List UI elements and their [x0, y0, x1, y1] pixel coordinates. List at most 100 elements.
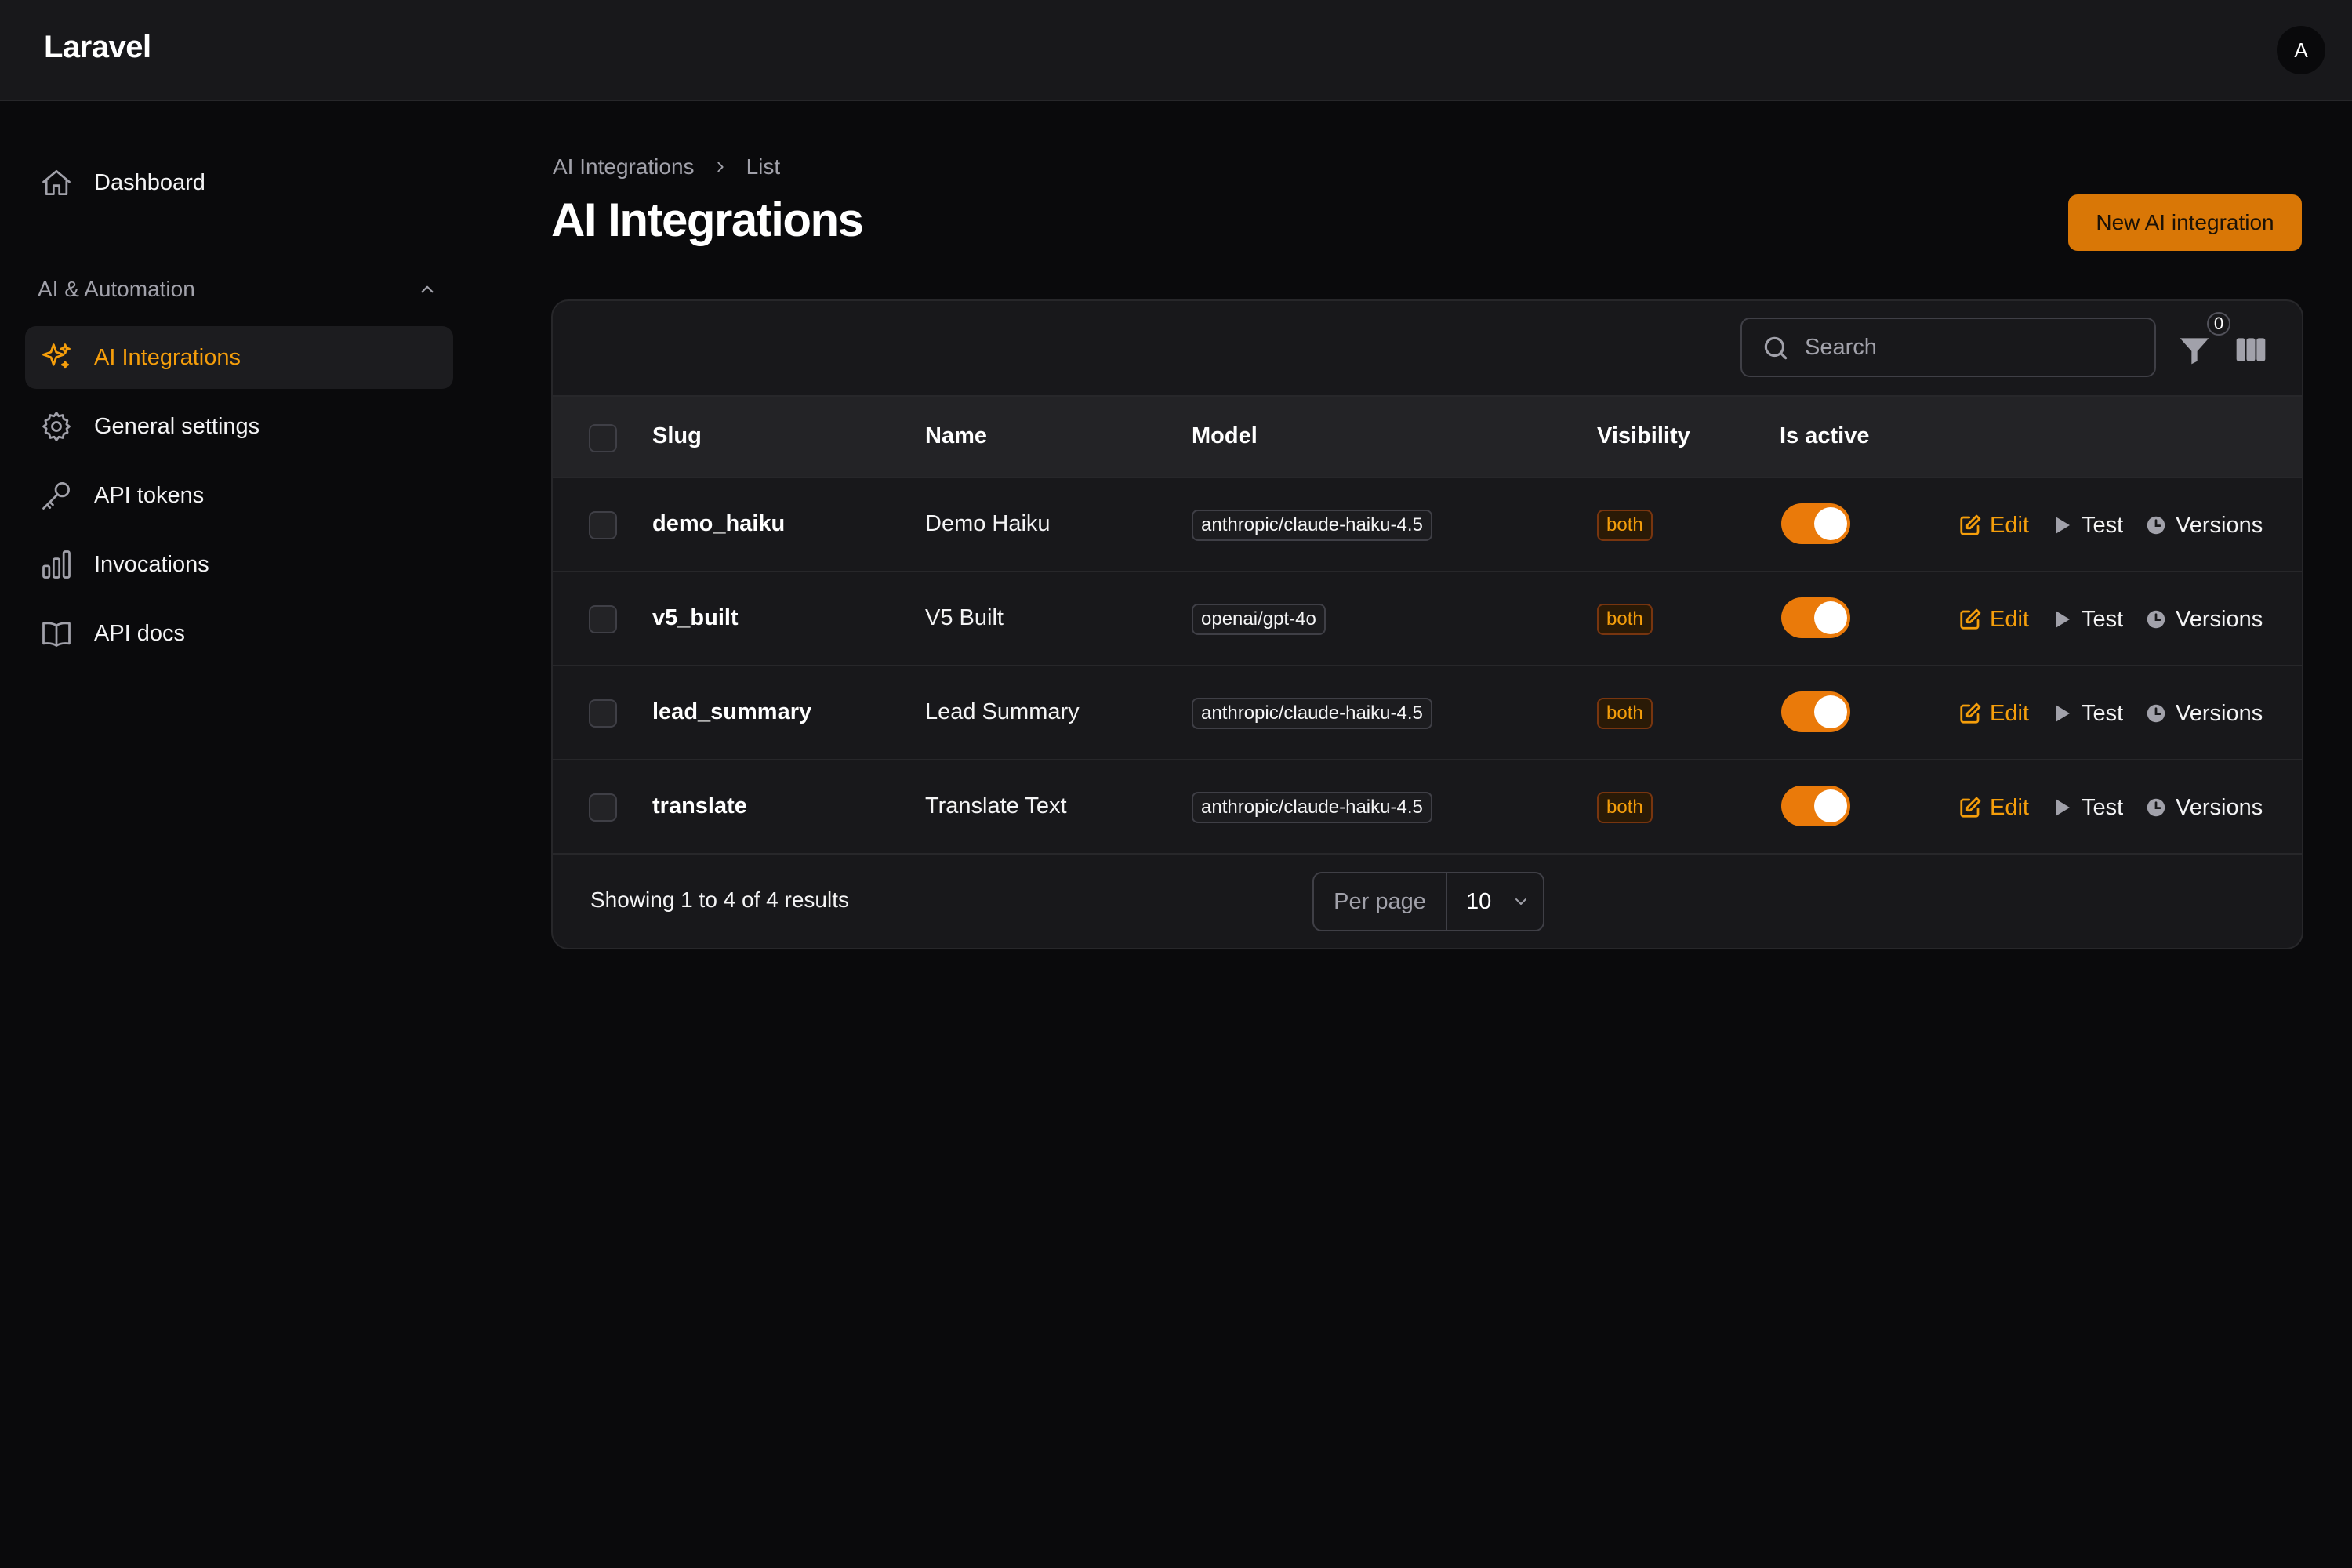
sidebar-item-label: Dashboard — [94, 169, 205, 195]
model-badge: openai/gpt-4o — [1192, 604, 1326, 635]
edit-button[interactable]: Edit — [1958, 510, 2029, 541]
sidebar-item-ai-integrations[interactable]: AI Integrations — [25, 326, 453, 389]
model-badge: anthropic/claude-haiku-4.5 — [1192, 792, 1432, 823]
visibility-badge: both — [1597, 698, 1653, 729]
versions-label: Versions — [2176, 512, 2263, 538]
table-header: Slug Name Model Visibility Is active — [553, 395, 2302, 478]
table-row: translate Translate Text anthropic/claud… — [553, 760, 2302, 855]
clock-icon — [2147, 610, 2165, 629]
sidebar-item-api-docs[interactable]: API docs — [25, 602, 453, 665]
edit-button[interactable]: Edit — [1958, 698, 2029, 729]
edit-button[interactable]: Edit — [1958, 792, 2029, 823]
test-button[interactable]: Test — [2050, 604, 2123, 635]
toggle-knob — [1814, 507, 1847, 540]
filter-count-badge: 0 — [2207, 312, 2230, 336]
brand-logo[interactable]: Laravel — [44, 30, 151, 65]
search-icon — [1764, 336, 1788, 360]
model-badge: anthropic/claude-haiku-4.5 — [1192, 510, 1432, 541]
visibility-badge: both — [1597, 792, 1653, 823]
table-row: v5_built V5 Built openai/gpt-4o both Edi… — [553, 572, 2302, 666]
row-name: V5 Built — [925, 605, 1004, 630]
page-title: AI Integrations — [551, 194, 864, 246]
table-row: demo_haiku Demo Haiku anthropic/claude-h… — [553, 478, 2302, 572]
is-active-toggle[interactable] — [1781, 786, 1850, 826]
row-name: Lead Summary — [925, 699, 1080, 724]
versions-button[interactable]: Versions — [2144, 604, 2263, 635]
test-button[interactable]: Test — [2050, 698, 2123, 729]
row-checkbox[interactable] — [589, 699, 617, 728]
user-avatar[interactable]: A — [2277, 26, 2325, 74]
edit-button[interactable]: Edit — [1958, 604, 2029, 635]
integrations-table: 0 Slug Name Model Visibility Is active d… — [551, 299, 2303, 949]
new-ai-integration-button[interactable]: New AI integration — [2068, 194, 2302, 251]
play-icon — [2056, 517, 2070, 534]
key-icon — [42, 482, 70, 510]
per-page-label: Per page — [1314, 873, 1447, 930]
test-label: Test — [2082, 794, 2124, 820]
filter-icon[interactable] — [2177, 332, 2212, 367]
toggle-knob — [1814, 695, 1847, 728]
row-name: Demo Haiku — [925, 511, 1051, 536]
sidebar-item-invocations[interactable]: Invocations — [25, 533, 453, 596]
sidebar-group-ai-automation[interactable]: AI & Automation — [38, 274, 437, 305]
sidebar-item-label: Invocations — [94, 551, 209, 577]
top-bar: Laravel A — [0, 0, 2352, 101]
breadcrumb-root[interactable]: AI Integrations — [553, 154, 695, 180]
sidebar-item-label: API docs — [94, 620, 186, 646]
play-icon — [2056, 799, 2070, 816]
row-checkbox[interactable] — [589, 793, 617, 822]
edit-label: Edit — [1990, 606, 2029, 632]
test-label: Test — [2082, 606, 2124, 632]
sidebar: Dashboard AI & Automation AI Integration… — [0, 103, 470, 1568]
test-label: Test — [2082, 512, 2124, 538]
test-button[interactable]: Test — [2050, 510, 2123, 541]
edit-icon — [1960, 514, 1981, 535]
column-header-is-active[interactable]: Is active — [1780, 423, 1869, 449]
chevron-up-icon — [421, 285, 434, 293]
bar-chart-icon — [42, 550, 71, 579]
model-badge: anthropic/claude-haiku-4.5 — [1192, 698, 1432, 729]
is-active-toggle[interactable] — [1781, 691, 1850, 732]
versions-label: Versions — [2176, 700, 2263, 726]
sidebar-item-label: General settings — [94, 413, 260, 439]
per-page-select[interactable]: 10 — [1447, 873, 1543, 930]
table-toolbar: 0 — [553, 301, 2302, 395]
columns-icon[interactable] — [2234, 332, 2268, 367]
versions-button[interactable]: Versions — [2144, 792, 2263, 823]
sparkles-icon — [42, 343, 71, 369]
column-header-name[interactable]: Name — [925, 423, 987, 449]
chevron-right-icon — [717, 162, 724, 172]
home-icon — [42, 169, 71, 196]
is-active-toggle[interactable] — [1781, 597, 1850, 638]
clock-icon — [2147, 798, 2165, 817]
row-checkbox[interactable] — [589, 511, 617, 539]
results-summary: Showing 1 to 4 of 4 results — [590, 887, 849, 912]
select-all-checkbox[interactable] — [589, 424, 617, 452]
sidebar-item-dashboard[interactable]: Dashboard — [25, 151, 453, 214]
search-box — [1740, 318, 2156, 377]
column-header-model[interactable]: Model — [1192, 423, 1258, 449]
row-slug: v5_built — [652, 605, 739, 630]
visibility-badge: both — [1597, 510, 1653, 541]
edit-icon — [1960, 797, 1981, 818]
versions-label: Versions — [2176, 606, 2263, 632]
edit-label: Edit — [1990, 512, 2029, 538]
sidebar-group-label: AI & Automation — [38, 277, 195, 301]
versions-button[interactable]: Versions — [2144, 510, 2263, 541]
is-active-toggle[interactable] — [1781, 503, 1850, 544]
sidebar-item-api-tokens[interactable]: API tokens — [25, 464, 453, 527]
clock-icon — [2147, 704, 2165, 723]
versions-button[interactable]: Versions — [2144, 698, 2263, 729]
search-input[interactable] — [1805, 319, 2142, 376]
play-icon — [2056, 611, 2070, 628]
sidebar-item-general-settings[interactable]: General settings — [25, 395, 453, 458]
column-header-slug[interactable]: Slug — [652, 423, 702, 449]
play-icon — [2056, 705, 2070, 722]
test-button[interactable]: Test — [2050, 792, 2123, 823]
row-checkbox[interactable] — [589, 605, 617, 633]
edit-icon — [1960, 608, 1981, 630]
chevron-down-icon — [1515, 898, 1527, 905]
visibility-badge: both — [1597, 604, 1653, 635]
column-header-visibility[interactable]: Visibility — [1597, 423, 1690, 449]
edit-icon — [1960, 702, 1981, 724]
